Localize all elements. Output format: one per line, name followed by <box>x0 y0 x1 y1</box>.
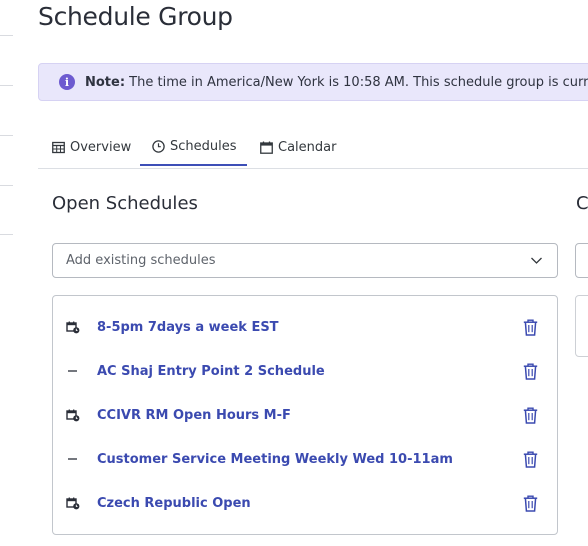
tab-schedules-label: Schedules <box>170 138 237 154</box>
list-item: 8-5pm 7days a week EST <box>53 312 557 342</box>
select-placeholder: Add existing schedules <box>66 253 216 268</box>
left-nav-rail <box>0 0 14 546</box>
add-existing-schedules-select[interactable]: Add existing schedules <box>52 243 558 278</box>
trash-icon[interactable] <box>523 319 538 336</box>
schedule-link[interactable]: Customer Service Meeting Weekly Wed 10-1… <box>97 452 453 467</box>
tab-calendar[interactable]: Calendar <box>260 128 336 167</box>
clock-icon <box>152 139 165 153</box>
trash-icon[interactable] <box>523 363 538 380</box>
calendar-clock-icon <box>66 408 80 422</box>
schedule-link[interactable]: AC Shaj Entry Point 2 Schedule <box>97 364 325 379</box>
calendar-icon <box>260 141 273 154</box>
tab-calendar-label: Calendar <box>278 140 337 155</box>
list-item: Czech Republic Open <box>53 488 557 518</box>
note-text: Note: The time in America/New York is 10… <box>85 75 588 90</box>
rail-divider <box>0 185 13 186</box>
note-banner: i Note: The time in America/New York is … <box>38 63 588 101</box>
trash-icon[interactable] <box>523 407 538 424</box>
calendar-clock-icon <box>66 320 80 334</box>
note-label: Note: <box>85 74 126 90</box>
rail-divider <box>0 85 13 86</box>
schedule-link[interactable]: CCIVR RM Open Hours M-F <box>97 408 291 423</box>
schedule-link[interactable]: 8-5pm 7days a week EST <box>97 320 279 335</box>
trash-icon[interactable] <box>523 495 538 512</box>
right-panel-title: C <box>576 193 588 214</box>
table-icon <box>52 141 65 154</box>
schedule-link[interactable]: Czech Republic Open <box>97 496 251 511</box>
list-item: CCIVR RM Open Hours M-F <box>53 400 557 430</box>
note-message: The time in America/New York is 10:58 AM… <box>125 74 588 90</box>
rail-divider <box>0 135 13 136</box>
info-icon: i <box>59 74 75 90</box>
right-panel-list <box>575 295 588 357</box>
schedule-group-page: Schedule Group i Note: The time in Ameri… <box>0 0 588 546</box>
trash-icon[interactable] <box>523 451 538 468</box>
dash-icon <box>66 452 80 466</box>
dash-icon <box>66 364 80 378</box>
calendar-clock-icon <box>66 496 80 510</box>
open-schedules-list: 8-5pm 7days a week EST AC Shaj Entry Poi… <box>52 295 558 535</box>
open-schedules-title: Open Schedules <box>52 193 198 214</box>
tab-schedules[interactable]: Schedules <box>140 128 247 166</box>
chevron-down-icon <box>531 257 542 264</box>
right-panel-select[interactable] <box>575 243 588 278</box>
tab-overview[interactable]: Overview <box>52 128 131 167</box>
tab-overview-label: Overview <box>70 140 132 155</box>
tab-bar: Overview Schedules Calendar <box>38 128 588 169</box>
rail-divider <box>0 35 13 36</box>
rail-divider <box>0 234 13 235</box>
list-item: AC Shaj Entry Point 2 Schedule <box>53 356 557 386</box>
list-item: Customer Service Meeting Weekly Wed 10-1… <box>53 444 557 474</box>
page-title: Schedule Group <box>38 2 233 31</box>
